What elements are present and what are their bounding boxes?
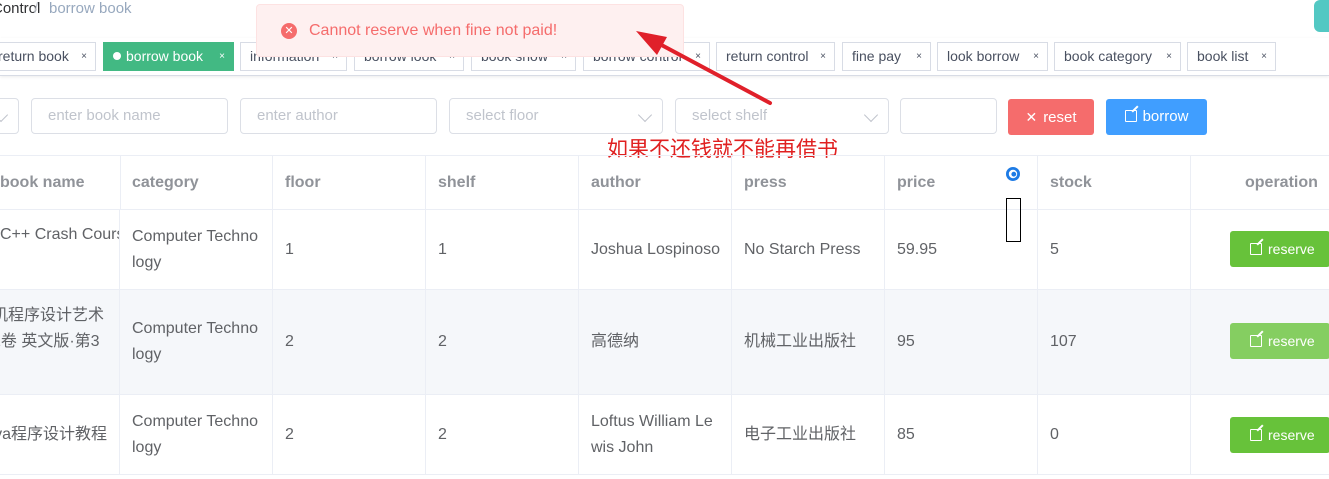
borrow-label: borrow (1142, 108, 1189, 125)
close-icon[interactable]: × (1033, 43, 1039, 70)
cell-stock: 0 (1038, 395, 1191, 474)
tag-label: look borrow (947, 48, 1020, 64)
header-press: press (732, 156, 885, 210)
close-icon[interactable]: × (820, 43, 826, 70)
chevron-down-icon (863, 107, 879, 123)
cell-floor: 2 (273, 395, 426, 474)
reserve-button[interactable]: reserve (1230, 231, 1329, 267)
close-icon[interactable]: × (219, 43, 225, 70)
tag-label: return control (726, 48, 809, 64)
chevron-down-icon (637, 107, 653, 123)
tag-label: fine pay (852, 48, 902, 64)
error-toast: ✕ Cannot reserve when fine not paid! (256, 4, 684, 57)
author-placeholder: enter author (257, 107, 338, 124)
header-operation: operation (1245, 174, 1318, 191)
close-icon[interactable]: × (916, 43, 922, 70)
cell-author: 高德纳 (579, 290, 732, 394)
close-icon[interactable]: × (1261, 43, 1267, 70)
header-stock: stock (1038, 156, 1191, 210)
book-name-placeholder: enter book name (48, 107, 161, 124)
cell-press: 电子工业出版社 (732, 395, 885, 474)
edit-icon (1250, 335, 1262, 347)
header-category: category (120, 156, 273, 210)
reset-button[interactable]: ✕ reset (1008, 99, 1094, 135)
error-circle-icon: ✕ (281, 23, 297, 39)
cell-category: Computer Technology (120, 210, 273, 289)
reserve-button[interactable]: reserve (1230, 323, 1329, 359)
breadcrumb-separator: / (34, 0, 39, 17)
cell-price: 95 (885, 290, 1038, 394)
tag-label: book list (1197, 48, 1249, 64)
cell-author: Joshua Lospinoso (579, 210, 732, 289)
cell-book-name: 计算机程序设计艺术（第1卷 英文版·第3版） (0, 290, 120, 394)
toast-message: Cannot reserve when fine not paid! (309, 22, 558, 39)
cell-floor: 1 (273, 210, 426, 289)
tag-return-book[interactable]: return book × (0, 42, 96, 71)
cell-floor: 2 (273, 290, 426, 394)
settings-drawer-handle[interactable] (1314, 0, 1329, 32)
header-shelf: shelf (426, 156, 579, 210)
cell-category: Computer Technology (120, 395, 273, 474)
author-input[interactable]: enter author (240, 98, 437, 134)
edit-icon (1250, 243, 1262, 255)
close-icon[interactable]: × (81, 43, 87, 70)
tag-return-control[interactable]: return control × (716, 42, 835, 71)
breadcrumb-current: borrow book (49, 0, 132, 17)
borrow-button[interactable]: borrow (1106, 99, 1207, 135)
chevron-down-icon (0, 107, 9, 123)
cell-shelf: 2 (426, 290, 579, 394)
table-row: C++ Crash Course Computer Technology 1 1… (0, 210, 1329, 290)
shelf-select[interactable]: select shelf (675, 98, 889, 134)
close-icon[interactable]: × (695, 43, 701, 70)
floor-select[interactable]: select floor (449, 98, 663, 134)
reserve-button[interactable]: reserve (1230, 417, 1329, 453)
close-icon: ✕ (1025, 109, 1038, 125)
cell-category: Computer Technology (120, 290, 273, 394)
tag-label: borrow book (126, 48, 204, 64)
tag-borrow-book[interactable]: borrow book × (103, 42, 234, 71)
header-author: author (579, 156, 732, 210)
cell-book-name: C++ Crash Course (0, 210, 120, 289)
cell-press: No Starch Press (732, 210, 885, 289)
text-cursor-box (1006, 198, 1021, 242)
cell-author: Loftus William Lewis John (579, 395, 732, 474)
cell-shelf: 1 (426, 210, 579, 289)
tag-label: return book (0, 48, 69, 64)
header-book-name: book name (0, 156, 121, 210)
tag-label: book category (1064, 48, 1152, 64)
tag-book-category[interactable]: book category × (1054, 42, 1181, 71)
table-row: 计算机程序设计艺术（第1卷 英文版·第3版） Computer Technolo… (0, 290, 1329, 395)
category-select[interactable] (0, 98, 19, 134)
active-dot-icon (113, 52, 121, 60)
extra-input[interactable] (900, 98, 997, 134)
cell-book-name: Java程序设计教程 (0, 395, 120, 474)
swirl-icon[interactable] (1005, 166, 1021, 182)
cell-stock: 5 (1038, 210, 1191, 289)
tag-look-borrow[interactable]: look borrow × (937, 42, 1048, 71)
edit-icon (1124, 110, 1137, 122)
book-name-input[interactable]: enter book name (31, 98, 228, 134)
cell-stock: 107 (1038, 290, 1191, 394)
shelf-placeholder: select shelf (692, 107, 768, 124)
cell-price: 85 (885, 395, 1038, 474)
table-header: book name category floor shelf author pr… (0, 155, 1329, 210)
floor-placeholder: select floor (466, 107, 539, 124)
table-row: Java程序设计教程 Computer Technology 2 2 Loftu… (0, 395, 1329, 475)
tag-fine-pay[interactable]: fine pay × (842, 42, 931, 71)
tag-book-list[interactable]: book list × (1187, 42, 1276, 71)
cell-shelf: 2 (426, 395, 579, 474)
edit-icon (1250, 429, 1262, 441)
cell-press: 机械工业出版社 (732, 290, 885, 394)
close-icon[interactable]: × (1166, 43, 1172, 70)
header-floor: floor (273, 156, 426, 210)
reset-label: reset (1043, 109, 1077, 126)
